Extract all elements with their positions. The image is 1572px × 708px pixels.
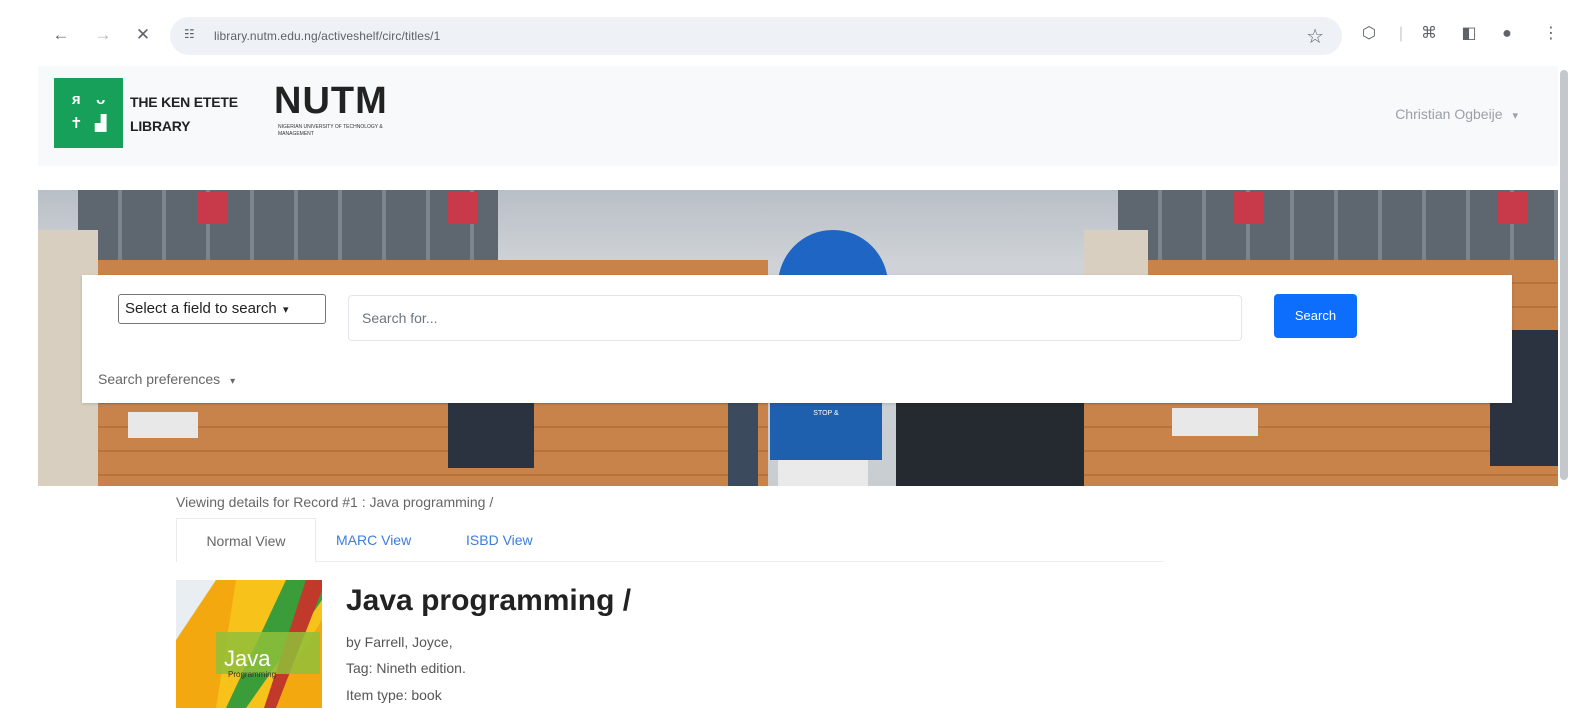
tab-marc-view[interactable]: MARC View [316, 518, 431, 562]
site-info-icon[interactable]: ☷ [184, 27, 195, 41]
breadcrumb: Viewing details for Record #1 : Java pro… [176, 494, 494, 510]
record-tag: Tag: Nineth edition. [346, 660, 466, 676]
record-author-text[interactable]: by Farrell, Joyce, [346, 634, 453, 650]
library-name: THE KEN ETETE LIBRARY [130, 90, 238, 138]
address-bar[interactable]: ☷ library.nutm.edu.ng/activeshelf/circ/t… [170, 17, 1342, 55]
hero-window [1172, 408, 1258, 436]
search-button[interactable]: Search [1274, 294, 1357, 338]
logo-glyph: ᴗ [96, 91, 106, 108]
record-title: Java programming / [346, 584, 632, 617]
chevron-down-icon: ▾ [282, 304, 289, 316]
hero-sign-text: STOP & [813, 410, 839, 417]
chevron-down-icon: ▾ [230, 376, 236, 387]
logo-glyph: ▟ [94, 115, 107, 132]
search-preferences-label: Search preferences [98, 371, 221, 387]
browser-menu-icon[interactable]: ⋮ [1540, 23, 1562, 45]
brand-wordmark: NUTM [274, 80, 388, 122]
hero-window [128, 412, 198, 438]
book-cover-title: Java [224, 646, 271, 671]
tab-isbd-view[interactable]: ISBD View [446, 518, 553, 562]
hero-poster [448, 402, 534, 468]
bookmark-star-icon[interactable]: ☆ [1306, 24, 1324, 49]
library-name-line2: LIBRARY [130, 118, 191, 134]
hero-entrance [896, 402, 1084, 486]
search-field-select[interactable]: Select a field to search ▾ [118, 294, 326, 324]
toolbar-divider: | [1398, 25, 1404, 42]
record-view-tabs: Normal View MARC View ISBD View [176, 518, 1164, 562]
user-menu[interactable]: Christian Ogbeije ▾ [1395, 106, 1518, 122]
brand-subtitle: NIGERIAN UNIVERSITY OF TECHNOLOGY & MANA… [278, 124, 383, 137]
side-panel-icon[interactable]: ◧ [1458, 23, 1480, 45]
browser-toolbar: ← → ✕ ☷ library.nutm.edu.ng/activeshelf/… [0, 0, 1572, 66]
hero-red-panel [448, 192, 478, 224]
search-field-select-label: Select a field to search [125, 300, 277, 317]
book-cover-art [176, 580, 322, 708]
page-scrollbar[interactable] [1560, 70, 1568, 480]
site-header: ᴙ ᴗ ✝ ▟ THE KEN ETETE LIBRARY NUTM NIGER… [38, 66, 1558, 166]
search-preferences-toggle[interactable]: Search preferences ▾ [98, 371, 235, 387]
search-panel: Select a field to search ▾ Search for...… [82, 275, 1512, 403]
hero-sign-board [778, 460, 868, 486]
logo-glyph: ✝ [69, 115, 83, 132]
hero-red-panel [1234, 192, 1264, 224]
book-cover[interactable]: Java Programming [176, 580, 322, 708]
library-logo[interactable]: ᴙ ᴗ ✝ ▟ [54, 78, 123, 148]
hero-red-panel [1498, 192, 1528, 224]
extension-icon[interactable]: ⬡ [1358, 23, 1380, 45]
chevron-down-icon: ▾ [1512, 110, 1518, 122]
stop-loading-icon[interactable]: ✕ [132, 24, 154, 46]
logo-glyph: ᴙ [71, 91, 81, 108]
tab-normal-view[interactable]: Normal View [176, 518, 316, 562]
book-cover-subtitle: Programming [228, 670, 277, 679]
back-icon[interactable]: ← [50, 24, 72, 46]
record-item-type: Item type: book [346, 687, 442, 703]
profile-avatar-icon[interactable]: ● [1496, 23, 1518, 45]
library-name-line1: THE KEN ETETE [130, 94, 238, 110]
translate-icon[interactable]: ⌘ [1418, 23, 1440, 45]
hero-banner-stand [728, 402, 758, 486]
hero-info-sign: STOP & [770, 402, 882, 460]
record-author: by Farrell, Joyce, [346, 634, 453, 650]
user-name: Christian Ogbeije [1395, 106, 1503, 122]
search-input[interactable]: Search for... [348, 295, 1242, 341]
search-input-placeholder: Search for... [362, 310, 438, 326]
hero-red-panel [198, 192, 228, 224]
url-text[interactable]: library.nutm.edu.ng/activeshelf/circ/tit… [214, 29, 440, 43]
forward-icon[interactable]: → [92, 24, 114, 46]
